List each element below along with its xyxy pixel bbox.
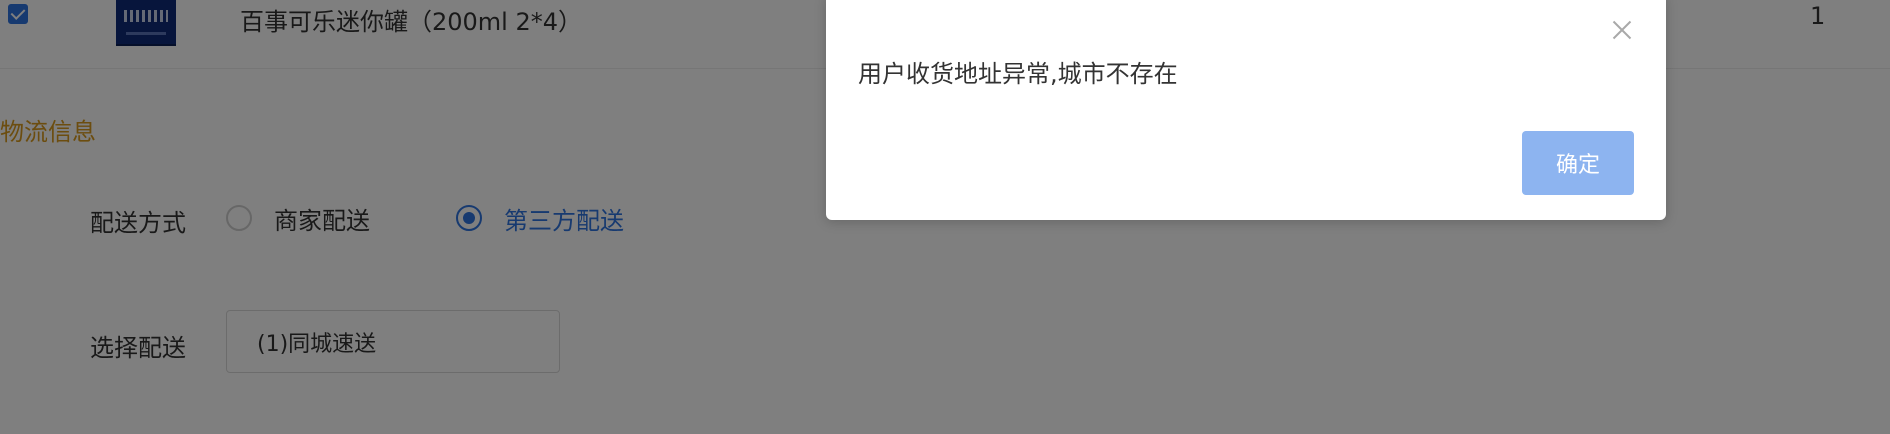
- order-page: 百事可乐迷你罐（200ml 2*4） 1 物流信息 配送方式 商家配送 第三方配…: [0, 0, 1890, 434]
- dialog-message: 用户收货地址异常,城市不存在: [858, 60, 1178, 88]
- confirm-button[interactable]: 确定: [1522, 131, 1634, 195]
- alert-dialog: 用户收货地址异常,城市不存在 确定: [826, 0, 1666, 220]
- close-icon[interactable]: [1608, 16, 1636, 44]
